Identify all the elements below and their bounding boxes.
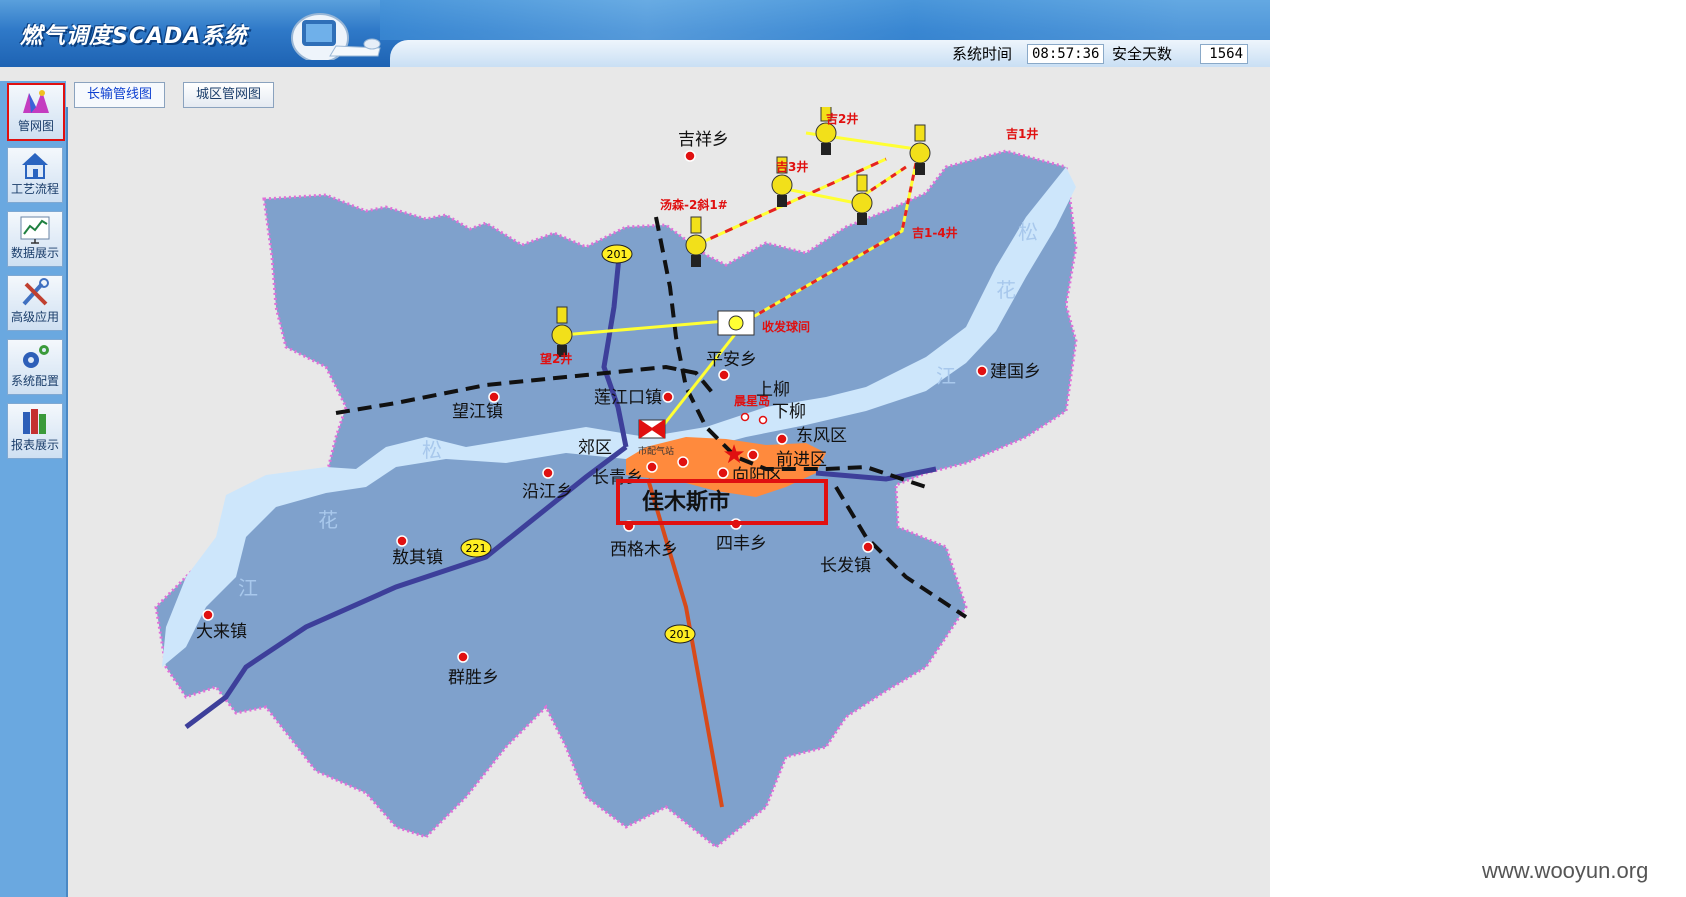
tab-bar: 长输管线图 城区管网图 xyxy=(66,81,1270,108)
sidebar-item-pipeline-map[interactable]: 管网图 xyxy=(7,83,65,141)
river-char-3: 江 xyxy=(936,364,956,388)
river-char-6: 江 xyxy=(238,576,258,600)
tools-icon xyxy=(22,278,49,306)
sidebar-item-label: 数据展示 xyxy=(10,246,59,260)
receiving-station-icon xyxy=(717,310,755,336)
label-jiaoqu: 郊区 xyxy=(578,438,612,458)
label-qianjin: 前进区 xyxy=(776,450,827,470)
sidebar-item-label: 管网图 xyxy=(17,119,54,133)
label-xigemu: 西格木乡 xyxy=(610,540,678,560)
river-char-5: 花 xyxy=(318,508,338,532)
label-receiving-station: 收发球间 xyxy=(762,319,810,334)
gears-icon xyxy=(23,345,49,368)
sidebar-item-data-display[interactable]: 数据展示 xyxy=(7,211,63,267)
label-ji14: 吉1-4井 xyxy=(912,225,958,240)
map-canvas: ★ 201 221 201 松 花 江 松 花 江 吉2井 吉1井 吉3井 吉1… xyxy=(154,104,1078,849)
city-label: 佳木斯市 xyxy=(642,489,730,515)
label-tangsen: 汤森-2斜1# xyxy=(660,197,728,212)
books-icon xyxy=(23,409,46,434)
label-jixiang: 吉祥乡 xyxy=(678,130,729,150)
label-wangjiang: 望江镇 xyxy=(452,402,503,422)
label-dalai: 大来镇 xyxy=(196,622,247,642)
label-sifeng: 四丰乡 xyxy=(716,534,767,554)
pipeline-map: ★ 201 221 201 松 花 江 松 花 江 吉2井 吉1井 吉3井 吉1… xyxy=(66,104,1270,897)
header-wave-decoration xyxy=(380,0,1270,40)
sidebar-item-reports[interactable]: 报表展示 xyxy=(7,403,63,459)
system-time-label: 系统时间 xyxy=(952,45,1013,63)
watermark: www.wooyun.org xyxy=(1482,858,1649,883)
label-ji2: 吉2井 xyxy=(826,111,858,126)
sidebar-item-label: 报表展示 xyxy=(10,438,59,452)
sidebar-item-label: 工艺流程 xyxy=(10,182,59,196)
tab-long-distance-pipeline[interactable]: 长输管线图 xyxy=(74,82,166,108)
label-jianguo: 建国乡 xyxy=(990,362,1041,382)
river-char-1: 松 xyxy=(1018,220,1038,244)
computer-logo-icon xyxy=(291,13,381,60)
status-bar: 系统时间 08:57:36 安全天数 1564 xyxy=(390,40,1270,67)
road-badge-201-north: 201 xyxy=(607,248,628,261)
label-xialiu: 下柳 xyxy=(772,402,806,422)
label-dongfeng: 东风区 xyxy=(796,426,847,446)
label-pingan: 平安乡 xyxy=(706,350,757,370)
sidebar-item-process-flow[interactable]: 工艺流程 xyxy=(7,147,63,203)
road-badge-201-south: 201 xyxy=(670,628,691,641)
sidebar-item-advanced[interactable]: 高级应用 xyxy=(7,275,63,331)
safe-days-value: 1564 xyxy=(1200,44,1248,64)
sidebar-item-system-config[interactable]: 系统配置 xyxy=(7,339,63,395)
label-lianjiangkou: 莲江口镇 xyxy=(594,388,662,408)
house-icon xyxy=(22,153,48,179)
label-yanjiang: 沿江乡 xyxy=(522,482,573,502)
app-title: 燃气调度SCADA系统 xyxy=(20,24,248,49)
river-char-4: 松 xyxy=(422,438,442,462)
label-changfa: 长发镇 xyxy=(820,556,871,576)
label-ji3: 吉3井 xyxy=(776,159,808,174)
road-badge-221: 221 xyxy=(466,542,487,555)
label-qunsheng: 群胜乡 xyxy=(448,668,499,688)
label-wang2: 望2井 xyxy=(540,351,572,366)
pipeline-map-icon xyxy=(23,90,49,113)
label-shangliu: 上柳 xyxy=(756,380,790,400)
river-char-2: 花 xyxy=(996,278,1016,302)
label-distribution-station: 市配气站 xyxy=(638,445,674,457)
sidebar-item-label: 系统配置 xyxy=(10,374,59,388)
label-sanqi: 敖其镇 xyxy=(392,548,443,568)
system-time-value: 08:57:36 xyxy=(1027,44,1105,64)
tab-urban-pipeline[interactable]: 城区管网图 xyxy=(183,82,275,108)
scada-app: 燃气调度SCADA系统 系统时间 08:57:36 安全天数 1564 管网图 xyxy=(0,0,1270,897)
chart-icon xyxy=(20,216,50,244)
well-ji1-icon xyxy=(909,124,931,175)
label-ji1: 吉1井 xyxy=(1006,126,1038,141)
header-banner: 燃气调度SCADA系统 系统时间 08:57:36 安全天数 1564 xyxy=(0,0,1270,67)
sidebar-item-label: 高级应用 xyxy=(10,310,59,324)
distribution-station-icon xyxy=(638,419,666,439)
sidebar: 管网图 工艺流程 数据展示 高级应用 系统配置 报表展示 xyxy=(0,81,68,897)
safe-days-label: 安全天数 xyxy=(1112,45,1173,63)
